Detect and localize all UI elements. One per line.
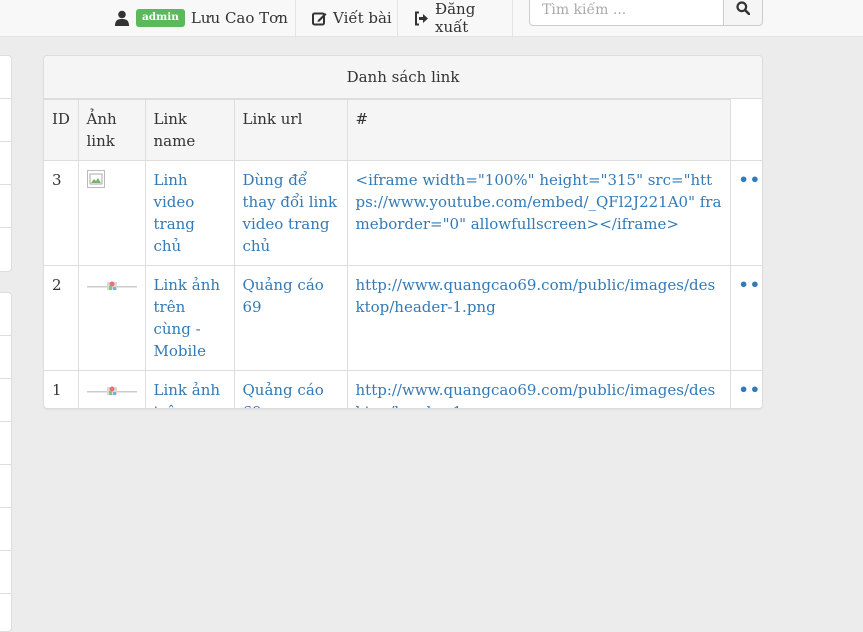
cell-name: Link ảnh trên cùng - Desktop (144, 370, 235, 408)
column-header-actions (729, 99, 762, 161)
sidebar-panel-top (0, 55, 12, 272)
more-options-button[interactable]: ••• (739, 275, 763, 294)
sidebar-panel-bottom (0, 292, 12, 632)
user-menu[interactable]: admin Lưu Cao Tơn (110, 0, 295, 36)
more-options-button[interactable]: ••• (739, 170, 763, 189)
edit-icon (312, 11, 327, 26)
cell-image (77, 265, 146, 371)
top-navbar: admin Lưu Cao Tơn Viết bài Đăng xuất (0, 0, 863, 37)
cell-actions: ••• (729, 160, 763, 266)
cell-url: Quảng cáo 69 (233, 370, 348, 408)
table-row: 2 Link ảnh trên cùng - Mobile Quảng cáo … (44, 265, 763, 371)
role-badge: admin (136, 9, 185, 27)
search-icon (736, 1, 751, 19)
link-code[interactable]: http://www.quangcao69.com/public/images/… (356, 276, 716, 316)
cell-name: Linh video trang chủ (144, 160, 235, 266)
cell-actions: ••• (729, 265, 763, 371)
link-name[interactable]: Linh video trang chủ (154, 171, 195, 255)
column-header-name: Link name (144, 99, 235, 161)
user-icon (114, 10, 130, 26)
cell-image (77, 160, 146, 266)
link-table: ID Ảnh link Link name Link url # 3 Linh … (44, 99, 763, 408)
cell-id: 1 (44, 370, 79, 408)
cell-url: Quảng cáo 69 (233, 265, 348, 371)
logout-label: Đăng xuất (435, 0, 476, 36)
link-url[interactable]: Quảng cáo 69 (243, 381, 324, 408)
write-post-label: Viết bài (333, 9, 392, 27)
header-thumbnail-image (86, 386, 137, 395)
cell-code: <iframe width="100%" height="315" src="h… (346, 160, 731, 266)
link-url[interactable]: Quảng cáo 69 (243, 276, 324, 316)
table-row: 3 Linh video trang chủ Dùng để thay đổi … (44, 160, 763, 266)
panel-title: Danh sách link (44, 56, 762, 99)
cell-name: Link ảnh trên cùng - Mobile (144, 265, 235, 371)
link-name[interactable]: Link ảnh trên cùng - Mobile (154, 276, 221, 360)
link-code[interactable]: http://www.quangcao69.com/public/images/… (356, 381, 716, 408)
header-thumbnail-image (86, 281, 137, 290)
link-name[interactable]: Link ảnh trên cùng - Desktop (154, 381, 221, 408)
cell-code: http://www.quangcao69.com/public/images/… (346, 370, 731, 408)
more-options-button[interactable]: ••• (739, 380, 763, 399)
cell-id: 3 (44, 160, 79, 266)
broken-image-icon (86, 170, 105, 188)
column-header-url: Link url (233, 99, 348, 161)
column-header-image: Ảnh link (77, 99, 146, 161)
column-header-id: ID (44, 99, 79, 161)
cell-code: http://www.quangcao69.com/public/images/… (346, 265, 731, 371)
link-url[interactable]: Dùng để thay đổi link video trang chủ (243, 171, 338, 255)
cell-actions: ••• (729, 370, 763, 408)
link-code: <iframe width="100%" height="315" src="h… (355, 171, 722, 233)
search-input[interactable] (529, 0, 724, 26)
logout-link[interactable]: Đăng xuất (397, 0, 513, 36)
sign-out-icon (414, 11, 429, 26)
cell-url: Dùng để thay đổi link video trang chủ (233, 160, 348, 266)
cell-id: 2 (44, 265, 79, 371)
table-row: 1 Link ảnh trên cùng - Desktop Quảng cáo… (44, 370, 763, 408)
cell-image (77, 370, 146, 408)
search-button[interactable] (724, 0, 763, 26)
username: Lưu Cao Tơn (190, 9, 288, 27)
link-list-panel: Danh sách link ID Ảnh link Link name Lin… (43, 55, 763, 409)
search-form (529, 0, 763, 26)
table-header-row: ID Ảnh link Link name Link url # (44, 99, 762, 161)
write-post-link[interactable]: Viết bài (295, 0, 397, 36)
column-header-code: # (346, 99, 731, 161)
